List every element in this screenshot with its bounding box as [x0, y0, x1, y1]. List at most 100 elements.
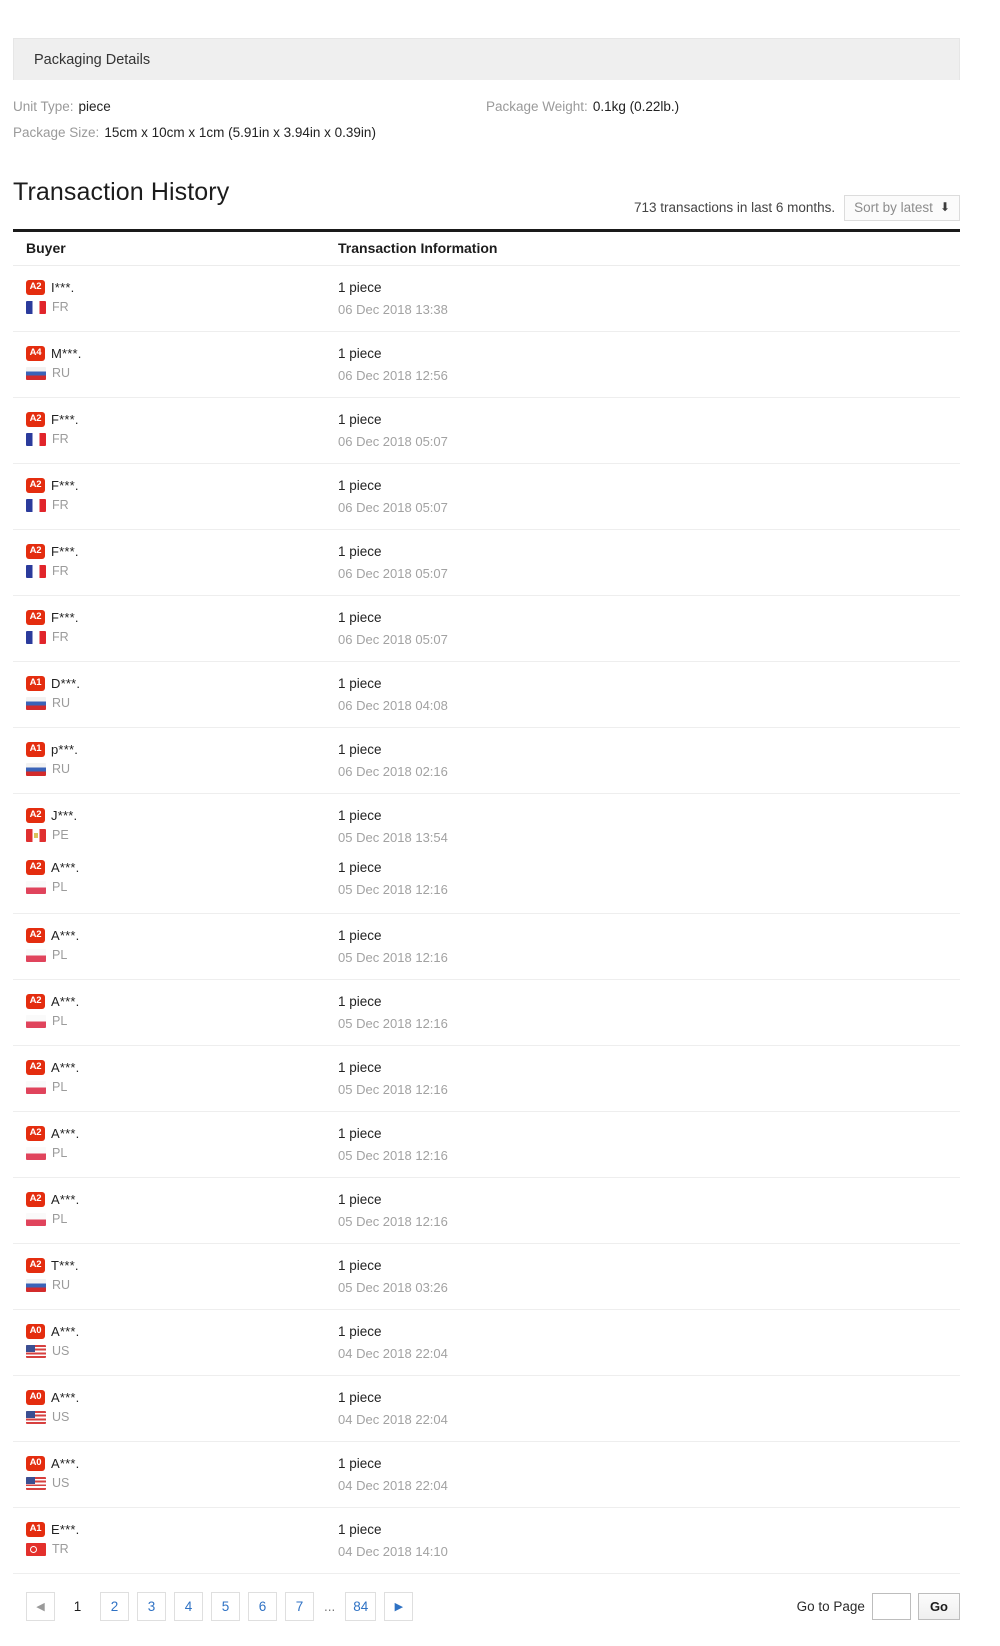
- buyer-country: RU: [26, 693, 338, 714]
- table-row[interactable]: A1 E***. TR 1 piece 04 Dec 2018 14:10: [13, 1508, 960, 1574]
- pl-flag-icon: [26, 948, 46, 962]
- packaging-details-header: Packaging Details: [13, 38, 960, 80]
- table-row[interactable]: A2 F***. FR 1 piece 06 Dec 2018 05:07: [13, 530, 960, 596]
- sort-by-latest-button[interactable]: Sort by latest ⬇: [844, 194, 960, 221]
- country-code: US: [52, 1410, 70, 1424]
- table-row[interactable]: A1 p***. RU 1 piece 06 Dec 2018 02:16: [13, 728, 960, 794]
- pagination-ellipsis: ...: [324, 1598, 336, 1614]
- buyer-cell: A2 F***. FR: [13, 542, 338, 582]
- transaction-info-cell: 1 piece 05 Dec 2018 12:16: [338, 1058, 960, 1100]
- fr-flag-icon: [26, 498, 46, 512]
- transaction-quantity: 1 piece: [338, 807, 382, 823]
- pagination-page-7[interactable]: 7: [285, 1591, 314, 1621]
- pagination-page-last[interactable]: 84: [345, 1591, 377, 1621]
- pagination: ◀ 1 2 3 4 5 6 7... 84 ▶: [13, 1591, 414, 1621]
- us-flag-icon: [26, 1476, 46, 1490]
- country-code: FR: [52, 498, 69, 512]
- fr-flag-icon: [26, 630, 46, 644]
- pagination-page-6[interactable]: 6: [248, 1591, 277, 1621]
- transaction-quantity: 1 piece: [338, 1191, 382, 1207]
- ru-flag-icon: [26, 1278, 46, 1292]
- country-code: US: [52, 1344, 70, 1358]
- transaction-quantity: 1 piece: [338, 927, 382, 943]
- transaction-count: 713 transactions in last 6 months.: [634, 200, 836, 215]
- pagination-prev-button[interactable]: ◀: [26, 1591, 55, 1621]
- table-row[interactable]: A0 A***. US 1 piece 04 Dec 2018 22:04: [13, 1376, 960, 1442]
- buyer-level-badge: A1: [26, 675, 45, 691]
- buyer-country: RU: [26, 363, 338, 384]
- pagination-bar: ◀ 1 2 3 4 5 6 7... 84 ▶ Go to Page Go: [13, 1574, 960, 1621]
- table-row[interactable]: A2 I***. FR 1 piece 06 Dec 2018 13:38: [13, 266, 960, 332]
- buyer-cell: A2 F***. FR: [13, 410, 338, 450]
- table-row[interactable]: A4 M***. RU 1 piece 06 Dec 2018 12:56: [13, 332, 960, 398]
- country-code: RU: [52, 1278, 71, 1292]
- transaction-date: 05 Dec 2018 12:16: [338, 1081, 448, 1097]
- country-code: RU: [52, 366, 71, 380]
- pagination-page-4[interactable]: 4: [174, 1591, 203, 1621]
- buyer-level-badge: A0: [26, 1323, 45, 1339]
- transaction-quantity: 1 piece: [338, 477, 382, 493]
- table-row[interactable]: A2 J***. PE 1 piece 05 Dec 2018 13:54: [13, 794, 960, 852]
- page-title: Transaction History: [13, 177, 230, 206]
- country-code: TR: [52, 1542, 69, 1556]
- buyer-identity: A2 I***.: [26, 278, 338, 297]
- buyer-level-badge: A2: [26, 1059, 45, 1075]
- table-row[interactable]: A2 A***. PL 1 piece 05 Dec 2018 12:16: [13, 914, 960, 980]
- ru-flag-icon: [26, 696, 46, 710]
- pagination-page-2[interactable]: 2: [100, 1591, 129, 1621]
- pagination-next-button[interactable]: ▶: [384, 1591, 414, 1621]
- table-row[interactable]: A2 A***. PL 1 piece 05 Dec 2018 12:16: [13, 1046, 960, 1112]
- buyer-country: PL: [26, 1077, 338, 1098]
- transaction-info-cell: 1 piece 05 Dec 2018 03:26: [338, 1256, 960, 1298]
- table-row[interactable]: A2 A***. PL 1 piece 05 Dec 2018 12:16: [13, 980, 960, 1046]
- table-row[interactable]: A1 D***. RU 1 piece 06 Dec 2018 04:08: [13, 662, 960, 728]
- transaction-date: 06 Dec 2018 12:56: [338, 367, 448, 383]
- transaction-date: 06 Dec 2018 13:38: [338, 301, 448, 317]
- buyer-level-badge: A0: [26, 1389, 45, 1405]
- pagination-page-5[interactable]: 5: [211, 1591, 240, 1621]
- packaging-details-panel: Packaging Details Unit Type: piece Packa…: [13, 38, 960, 146]
- transaction-date: 05 Dec 2018 12:16: [338, 1213, 448, 1229]
- buyer-cell: A1 E***. TR: [13, 1520, 338, 1560]
- table-row[interactable]: A2 T***. RU 1 piece 05 Dec 2018 03:26: [13, 1244, 960, 1310]
- buyer-name: A***.: [51, 1323, 80, 1339]
- table-row[interactable]: A2 A***. PL 1 piece 05 Dec 2018 12:16: [13, 1112, 960, 1178]
- table-row[interactable]: A2 A***. PL 1 piece 05 Dec 2018 12:16: [13, 852, 960, 914]
- transaction-date: 06 Dec 2018 05:07: [338, 499, 448, 515]
- pl-flag-icon: [26, 1014, 46, 1028]
- transaction-date: 06 Dec 2018 05:07: [338, 631, 448, 647]
- go-to-page-input[interactable]: [871, 1592, 911, 1620]
- transaction-info-cell: 1 piece 06 Dec 2018 02:16: [338, 740, 960, 782]
- go-button[interactable]: Go: [917, 1592, 960, 1620]
- buyer-identity: A1 D***.: [26, 674, 338, 693]
- transaction-info-cell: 1 piece 05 Dec 2018 12:16: [338, 992, 960, 1034]
- package-size-label: Package Size:: [13, 125, 100, 140]
- arrow-down-icon: ⬇: [939, 200, 950, 214]
- go-to-page-label: Go to Page: [796, 1598, 865, 1614]
- transaction-quantity: 1 piece: [338, 1455, 382, 1471]
- buyer-country: RU: [26, 1275, 338, 1296]
- buyer-cell: A2 A***. PL: [13, 1190, 338, 1230]
- transaction-quantity: 1 piece: [338, 345, 382, 361]
- buyer-name: A***.: [51, 927, 80, 943]
- buyer-level-badge: A2: [26, 993, 45, 1009]
- transaction-quantity: 1 piece: [338, 741, 382, 757]
- table-row[interactable]: A0 A***. US 1 piece 04 Dec 2018 22:04: [13, 1442, 960, 1508]
- transaction-date: 05 Dec 2018 12:16: [338, 881, 448, 897]
- buyer-level-badge: A2: [26, 411, 45, 427]
- buyer-cell: A2 T***. RU: [13, 1256, 338, 1296]
- table-row[interactable]: A2 F***. FR 1 piece 06 Dec 2018 05:07: [13, 398, 960, 464]
- buyer-name: E***.: [51, 1521, 80, 1537]
- table-row[interactable]: A2 F***. FR 1 piece 06 Dec 2018 05:07: [13, 464, 960, 530]
- table-row[interactable]: A2 A***. PL 1 piece 05 Dec 2018 12:16: [13, 1178, 960, 1244]
- buyer-name: I***.: [51, 279, 75, 295]
- table-row[interactable]: A0 A***. US 1 piece 04 Dec 2018 22:04: [13, 1310, 960, 1376]
- table-row[interactable]: A2 F***. FR 1 piece 06 Dec 2018 05:07: [13, 596, 960, 662]
- package-weight-field: Package Weight: 0.1kg (0.22lb.): [486, 94, 960, 120]
- buyer-level-badge: A2: [26, 609, 45, 625]
- packaging-row-2: Package Size: 15cm x 10cm x 1cm (5.91in …: [13, 120, 960, 146]
- transaction-date: 04 Dec 2018 22:04: [338, 1477, 448, 1493]
- buyer-identity: A0 A***.: [26, 1322, 338, 1341]
- pagination-page-3[interactable]: 3: [137, 1591, 166, 1621]
- buyer-cell: A2 A***. PL: [13, 992, 338, 1032]
